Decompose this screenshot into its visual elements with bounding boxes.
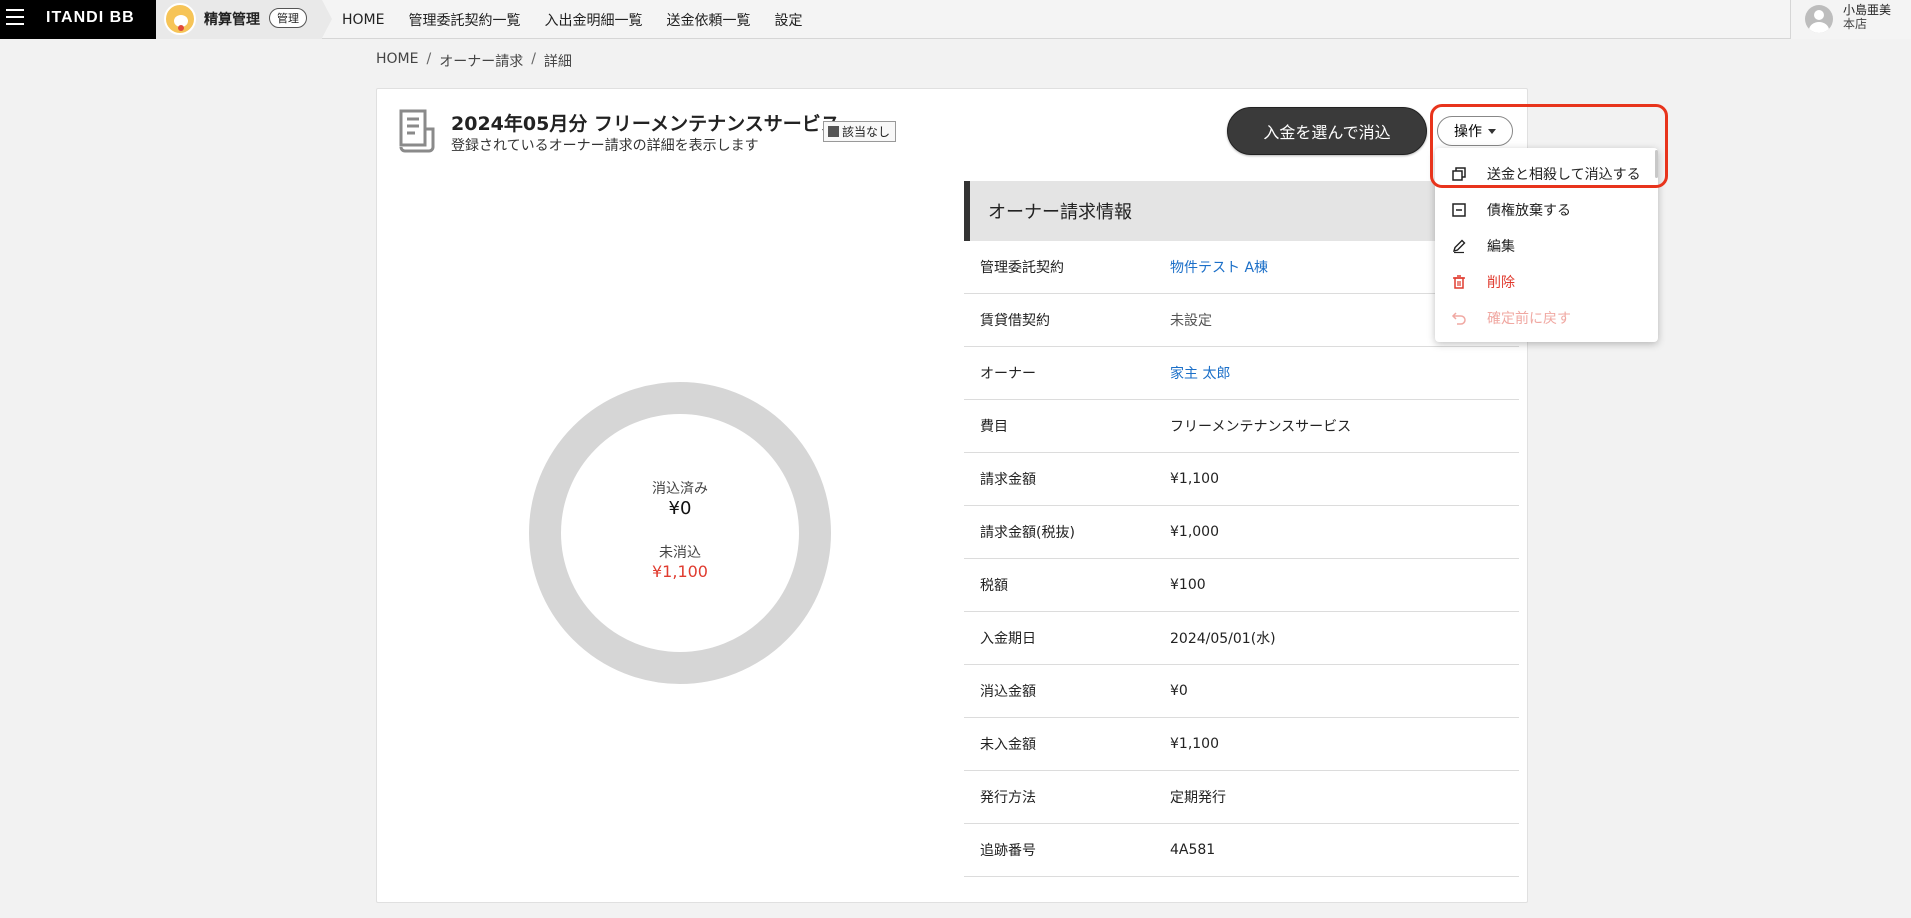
breadcrumb-home[interactable]: HOME: [376, 51, 418, 71]
breadcrumb-current: 詳細: [543, 54, 572, 70]
menu-item-label: 削除: [1487, 275, 1515, 291]
undo-icon: [1451, 312, 1466, 325]
uncleared-value: ¥1,100: [652, 562, 708, 581]
info-row: 費目 フリーメンテナンスサービス: [964, 400, 1519, 453]
info-row-value: ¥1,100: [1170, 471, 1219, 487]
page-subtitle: 登録されているオーナー請求の詳細を表示します: [451, 138, 759, 154]
breadcrumb-separator: /: [531, 51, 536, 67]
info-row-key: 追跡番号: [980, 843, 1036, 859]
pencil-icon: [1452, 239, 1466, 254]
main-nav: HOME 管理委託契約一覧 入出金明細一覧 送金依頼一覧 設定: [342, 0, 802, 39]
info-row-value: ¥100: [1170, 577, 1206, 593]
nav-remittance-requests[interactable]: 送金依頼一覧: [666, 10, 750, 30]
breadcrumb-owner-billing[interactable]: オーナー請求: [439, 51, 523, 71]
app-role-badge: 管理: [269, 8, 307, 28]
nav-management-contracts[interactable]: 管理委託契約一覧: [408, 10, 520, 30]
info-row-value: 未設定: [1170, 313, 1212, 329]
user-branch: 本店: [1843, 17, 1868, 31]
info-row-value: ¥1,100: [1170, 736, 1219, 752]
menu-item-label: 確定前に戻す: [1487, 311, 1571, 327]
info-row-link[interactable]: 物件テスト A棟: [1170, 257, 1268, 277]
app-switcher[interactable]: 精算管理 管理: [156, 0, 332, 39]
trash-icon: [1453, 275, 1465, 289]
brand-logo[interactable]: ITANDI BB: [46, 9, 135, 27]
cleared-label: 消込済み: [652, 481, 708, 497]
nav-settings[interactable]: 設定: [774, 10, 802, 30]
info-row-value: ¥0: [1170, 683, 1188, 699]
info-row-value: 定期発行: [1170, 790, 1226, 806]
nav-transactions[interactable]: 入出金明細一覧: [544, 10, 642, 30]
info-row-key: 請求金額: [980, 472, 1036, 488]
menu-item-delete[interactable]: 削除: [1435, 264, 1658, 300]
info-row-key: オーナー: [980, 366, 1036, 382]
info-row: 請求金額 ¥1,100: [964, 453, 1519, 506]
info-row-key: 消込金額: [980, 684, 1036, 700]
info-row-key: 未入金額: [980, 737, 1036, 753]
info-row-key: 費目: [980, 419, 1008, 435]
info-row-key: 請求金額(税抜): [980, 525, 1075, 541]
info-row: 発行方法 定期発行: [964, 771, 1519, 824]
page-title: 2024年05月分 フリーメンテナンスサービス: [451, 113, 840, 135]
info-row: 追跡番号 4A581: [964, 824, 1519, 877]
annotation-highlight: [1430, 104, 1668, 188]
cleared-value: ¥0: [668, 498, 692, 519]
info-row-value: ¥1,000: [1170, 524, 1219, 540]
uncleared-label: 未消込: [659, 545, 701, 561]
document-icon: [399, 109, 435, 153]
breadcrumb: HOME / オーナー請求 / 詳細: [376, 51, 572, 71]
info-row: 未入金額 ¥1,100: [964, 718, 1519, 771]
menu-item-label: 編集: [1487, 239, 1515, 255]
status-tag-label: 該当なし: [842, 125, 891, 139]
info-row-key: 税額: [980, 578, 1008, 594]
info-row: 入金期日 2024/05/01(水): [964, 612, 1519, 665]
info-row: 消込金額 ¥0: [964, 665, 1519, 718]
avatar-icon: [1805, 5, 1833, 33]
menu-item-edit[interactable]: 編集: [1435, 228, 1658, 264]
info-row-value: フリーメンテナンスサービス: [1170, 419, 1352, 435]
detail-card: 2024年05月分 フリーメンテナンスサービス 登録されているオーナー請求の詳細…: [376, 88, 1528, 903]
minus-square-icon: [1452, 203, 1466, 217]
menu-item-revert: 確定前に戻す: [1435, 300, 1658, 336]
user-name: 小島亜美: [1843, 3, 1892, 17]
top-bar: ITANDI BB 精算管理 管理 HOME 管理委託契約一覧 入出金明細一覧 …: [0, 0, 1911, 39]
info-row: オーナー 家主 太郎: [964, 347, 1519, 400]
info-row-link[interactable]: 家主 太郎: [1170, 363, 1230, 383]
info-row-key: 発行方法: [980, 790, 1036, 806]
info-row-value: 2024/05/01(水): [1170, 631, 1276, 647]
info-row-key: 入金期日: [980, 631, 1036, 647]
info-row-key: 賃貸借契約: [980, 313, 1050, 329]
tag-square-icon: [828, 126, 839, 137]
menu-item-waive-claim[interactable]: 債権放棄する: [1435, 192, 1658, 228]
info-row-key: 管理委託契約: [980, 260, 1064, 276]
breadcrumb-separator: /: [426, 51, 432, 67]
info-row-value: 4A581: [1170, 842, 1216, 858]
status-tag: 該当なし: [823, 121, 897, 142]
app-name: 精算管理: [204, 12, 260, 28]
menu-item-label: 債権放棄する: [1487, 203, 1571, 219]
user-menu[interactable]: 小島亜美 本店: [1790, 0, 1911, 39]
info-row: 税額 ¥100: [964, 559, 1519, 612]
brand-area: ITANDI BB: [0, 0, 156, 39]
nav-home[interactable]: HOME: [342, 12, 384, 28]
info-row: 請求金額(税抜) ¥1,000: [964, 506, 1519, 559]
select-payment-clear-button[interactable]: 入金を選んで消込: [1227, 107, 1427, 155]
donut-center: 消込済み ¥0 未消込 ¥1,100: [529, 382, 831, 684]
hamburger-menu-icon[interactable]: [6, 9, 24, 27]
mascot-icon: [164, 3, 196, 35]
